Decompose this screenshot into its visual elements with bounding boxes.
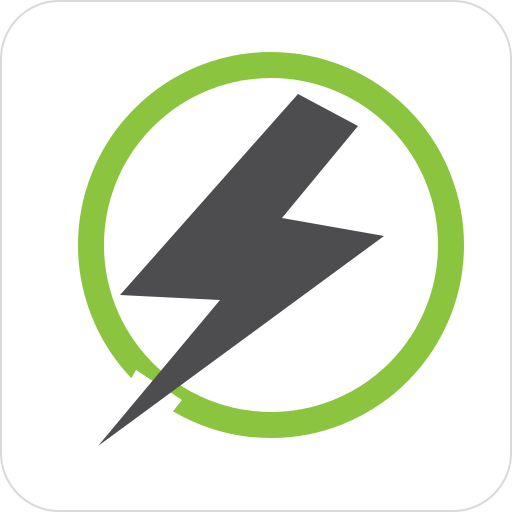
app-icon-stage xyxy=(0,0,512,512)
app-icon xyxy=(0,0,512,512)
